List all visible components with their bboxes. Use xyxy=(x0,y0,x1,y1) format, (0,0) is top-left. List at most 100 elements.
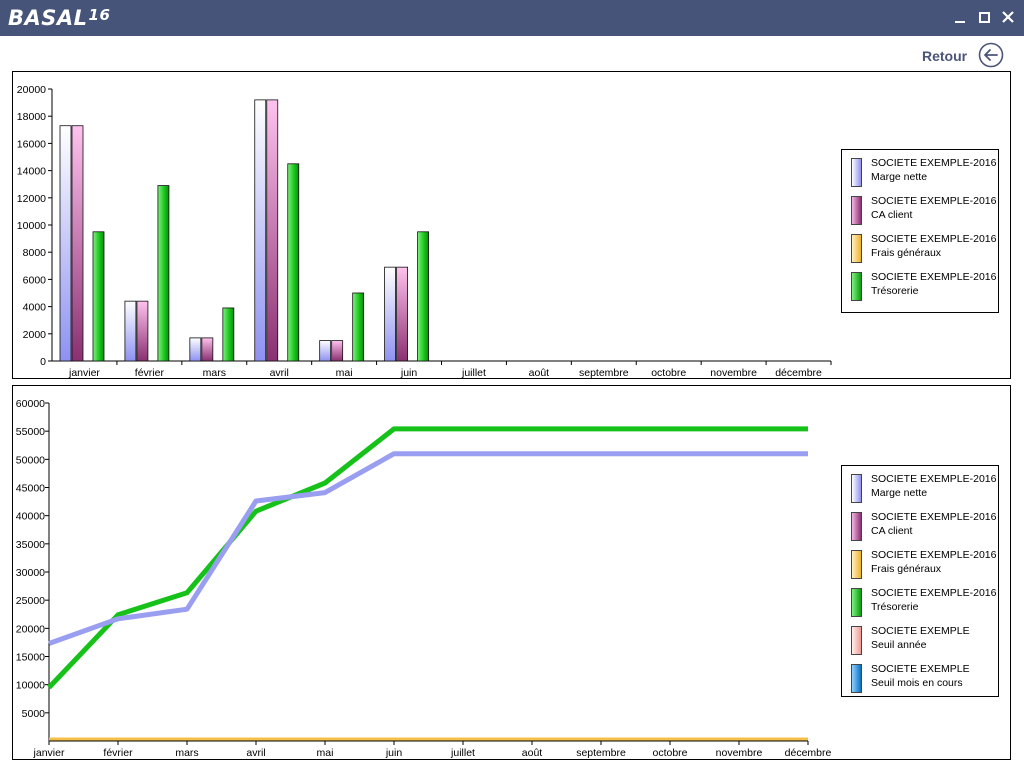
legend-swatch xyxy=(851,588,862,617)
bar xyxy=(201,337,214,362)
legend-swatch xyxy=(851,272,862,301)
x-tick-label: octobre xyxy=(651,367,686,378)
bar xyxy=(319,340,332,362)
bar xyxy=(266,99,279,362)
series-line xyxy=(48,451,808,646)
x-tick-label: septembre xyxy=(576,747,626,759)
bar xyxy=(92,231,105,362)
y-tick-label: 50000 xyxy=(16,454,45,466)
x-tick-label: décembre xyxy=(785,747,832,759)
bar xyxy=(254,99,267,362)
line-chart-legend: SOCIETE EXEMPLE-2016 Marge nette SOCIETE E… xyxy=(841,465,999,697)
bar xyxy=(352,292,365,362)
legend-swatch xyxy=(851,158,862,187)
x-tick-label: juillet xyxy=(450,747,475,759)
legend-label: SOCIETE EXEMPLE Seuil année xyxy=(871,624,970,652)
bar xyxy=(71,125,84,362)
y-tick-label: 55000 xyxy=(16,426,45,438)
y-tick-label: 10000 xyxy=(16,680,45,692)
legend-series-subname: Marge nette xyxy=(871,171,928,183)
y-tick-label: 2000 xyxy=(23,329,47,341)
maximize-button[interactable] xyxy=(974,8,996,28)
cumulative-line-chart-panel: 5000 10000 15000 20000 25000 30000 35000 40000 4… xyxy=(12,385,1011,760)
y-tick-label: 18000 xyxy=(17,111,46,123)
x-tick-label: avril xyxy=(270,367,289,378)
minimize-icon xyxy=(955,21,965,23)
title-bar: BASAL16 xyxy=(0,0,1024,36)
legend-series-subname: Frais généraux xyxy=(871,563,942,575)
legend-label: SOCIETE EXEMPLE-2016 Frais généraux xyxy=(871,548,996,576)
legend-label: SOCIETE EXEMPLE-2016 CA client xyxy=(871,510,996,538)
y-tick-label: 30000 xyxy=(16,567,45,579)
y-tick-label: 0 xyxy=(40,356,46,368)
x-tick-label: juin xyxy=(400,367,418,378)
legend-series-name: SOCIETE EXEMPLE xyxy=(871,663,970,675)
y-tick-label: 16000 xyxy=(17,138,46,150)
legend-series-subname: Trésorerie xyxy=(871,601,919,613)
bar xyxy=(157,185,170,362)
x-tick-label: février xyxy=(103,747,133,759)
series-line xyxy=(47,426,808,690)
arrow-left-circle-icon[interactable] xyxy=(978,42,1004,68)
y-tick-label: 10000 xyxy=(17,220,46,232)
bar xyxy=(222,307,235,362)
bar xyxy=(136,300,149,362)
legend-label: SOCIETE EXEMPLE-2016 Marge nette xyxy=(871,156,996,184)
x-tick-label: novembre xyxy=(710,367,757,378)
y-tick-label: 5000 xyxy=(22,708,46,720)
y-tick-label: 20000 xyxy=(17,84,46,96)
x-tick-label: octobre xyxy=(652,747,687,759)
y-tick-label: 45000 xyxy=(16,483,45,495)
legend-swatch xyxy=(851,196,862,225)
x-tick-label: mars xyxy=(203,367,226,378)
x-tick-label: janvier xyxy=(68,367,100,378)
legend-swatch xyxy=(851,512,862,541)
bar xyxy=(59,125,72,362)
back-label: Retour xyxy=(922,48,968,64)
legend-series-subname: Frais généraux xyxy=(871,247,942,259)
legend-series-subname: CA client xyxy=(871,525,913,537)
x-tick-label: février xyxy=(135,367,165,378)
bar xyxy=(331,340,344,362)
legend-swatch xyxy=(851,626,862,655)
legend-series-name: SOCIETE EXEMPLE-2016 xyxy=(871,511,997,523)
y-tick-label: 35000 xyxy=(16,539,45,551)
maximize-icon xyxy=(979,12,990,23)
y-tick-label: 40000 xyxy=(16,511,45,523)
y-tick-label: 6000 xyxy=(23,274,47,286)
back-button[interactable]: Retour xyxy=(922,46,967,66)
x-tick-label: avril xyxy=(246,747,265,759)
legend-series-name: SOCIETE EXEMPLE-2016 xyxy=(871,587,997,599)
legend-series-name: SOCIETE EXEMPLE-2016 xyxy=(871,195,997,207)
x-tick-label: mai xyxy=(336,367,353,378)
y-tick-label: 15000 xyxy=(16,652,45,664)
bar-chart-legend: SOCIETE EXEMPLE-2016 Marge nette SOCIETE E… xyxy=(841,149,999,313)
y-tick-label: 4000 xyxy=(23,302,47,314)
y-tick-label: 25000 xyxy=(16,595,45,607)
bar xyxy=(417,231,429,362)
x-tick-label: juillet xyxy=(461,367,486,378)
legend-label: SOCIETE EXEMPLE-2016 Frais généraux xyxy=(871,232,996,260)
monthly-bar-chart-panel: 0 2000 4000 6000 8000 10000 12000 14000 16000 180… xyxy=(12,71,1011,379)
x-tick-label: août xyxy=(529,367,550,378)
bar xyxy=(396,266,408,362)
legend-series-subname: CA client xyxy=(871,209,913,221)
legend-series-name: SOCIETE EXEMPLE xyxy=(871,625,970,637)
legend-series-name: SOCIETE EXEMPLE-2016 xyxy=(871,271,997,283)
app-logo-superscript: 16 xyxy=(88,6,111,24)
legend-label: SOCIETE EXEMPLE-2016 Trésorerie xyxy=(871,270,996,298)
legend-series-name: SOCIETE EXEMPLE-2016 xyxy=(871,233,997,245)
legend-series-name: SOCIETE EXEMPLE-2016 xyxy=(871,549,997,561)
bar xyxy=(287,163,300,362)
y-tick-label: 14000 xyxy=(17,166,46,178)
x-tick-label: janvier xyxy=(33,747,65,759)
x-tick-label: mai xyxy=(317,747,334,759)
legend-series-subname: Seuil mois en cours xyxy=(871,677,963,689)
legend-label: SOCIETE EXEMPLE-2016 Trésorerie xyxy=(871,586,996,614)
x-tick-label: décembre xyxy=(775,367,822,378)
x-tick-label: juin xyxy=(385,747,403,759)
x-tick-label: mars xyxy=(175,747,198,759)
close-button[interactable] xyxy=(998,8,1020,28)
minimize-button[interactable] xyxy=(950,8,972,28)
app-logo-text: BASAL xyxy=(8,6,88,30)
